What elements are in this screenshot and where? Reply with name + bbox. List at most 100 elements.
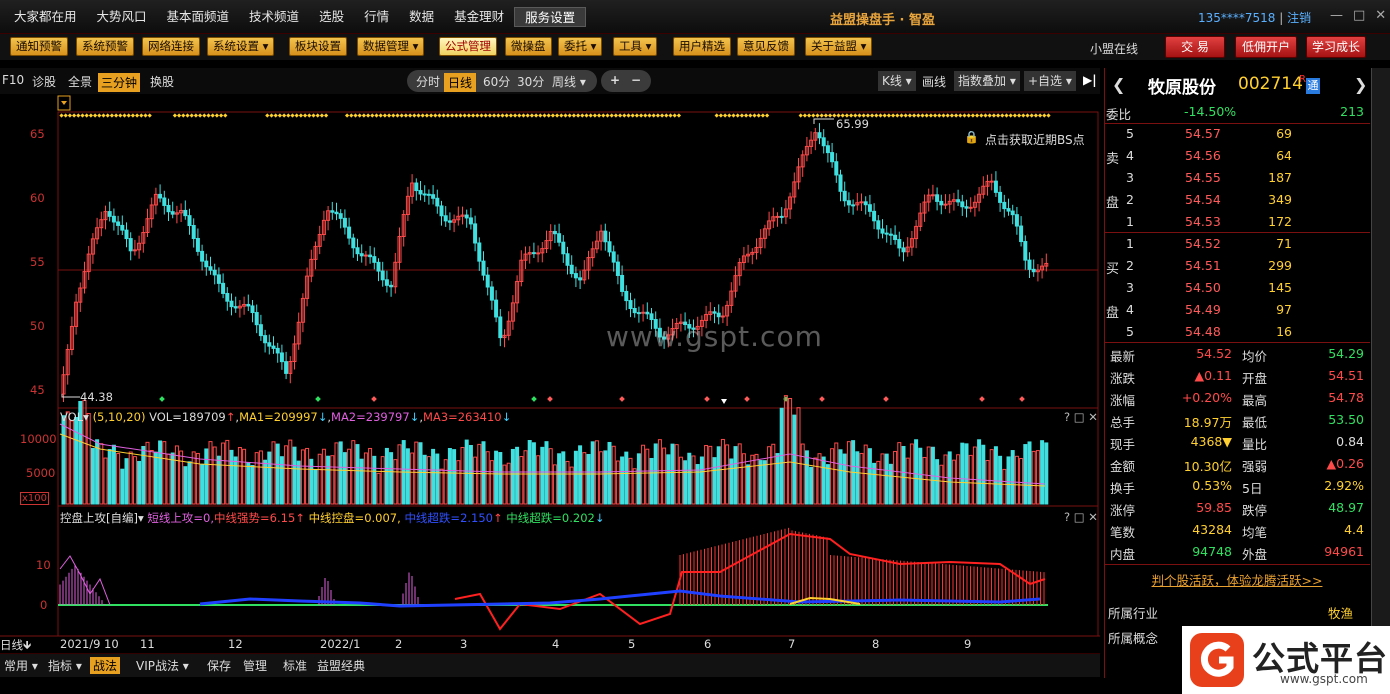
menu-item[interactable]: 行情: [354, 7, 399, 27]
buy-price[interactable]: 54.49: [1185, 302, 1221, 317]
signal-diamond: [449, 113, 455, 118]
bottom-manage[interactable]: 管理: [243, 657, 267, 674]
volume-bar: [305, 447, 310, 505]
up-arrow-icon: ↑: [225, 410, 236, 424]
signal-diamond: [609, 113, 614, 118]
volume-bar: [410, 452, 415, 505]
volume-bar: [762, 460, 767, 505]
bottom-vip-strategy[interactable]: VIP战法 ▾: [136, 657, 189, 674]
indicator-name[interactable]: 控盘上攻[自编]▾: [60, 511, 144, 525]
candle-body: [389, 284, 394, 288]
toolbar-button[interactable]: 关于益盟 ▾: [805, 37, 873, 56]
period-daily[interactable]: 日线: [444, 73, 477, 92]
quote-value: 94961: [1324, 544, 1364, 559]
toolbar-button[interactable]: 系统预警: [76, 37, 134, 56]
toolbar-button[interactable]: 系统设置 ▾: [207, 37, 275, 56]
index-overlay-dropdown[interactable]: 指数叠加 ▾: [954, 71, 1020, 91]
menu-item[interactable]: 数据: [399, 7, 444, 27]
candle-body: [825, 145, 830, 154]
toolbar-button[interactable]: 委托 ▾: [558, 37, 603, 56]
toolbar-button[interactable]: 公式管理: [439, 37, 497, 56]
account-user[interactable]: 135****7518: [1198, 11, 1275, 25]
zoom-in-icon[interactable]: +: [610, 73, 620, 87]
minimize-icon[interactable]: —: [1330, 8, 1343, 23]
candle-body: [258, 324, 263, 337]
menu-item[interactable]: 大家都在用: [4, 7, 87, 27]
menu-item[interactable]: 大势风口: [87, 7, 157, 27]
account-info[interactable]: 135****7518 | 注销: [1198, 9, 1311, 26]
period-60min[interactable]: 60分: [483, 73, 510, 90]
period-intraday[interactable]: 分时: [416, 73, 440, 90]
toolbar-button[interactable]: 板块设置: [289, 37, 347, 56]
f10-button[interactable]: F10: [2, 73, 24, 87]
logout-link[interactable]: 注销: [1287, 11, 1311, 25]
prev-stock-icon[interactable]: ❮: [1112, 75, 1125, 94]
signal-diamond: [269, 113, 274, 118]
toolbar-button[interactable]: 网络连接: [142, 37, 200, 56]
period-30min[interactable]: 30分: [517, 73, 544, 90]
menu-item[interactable]: 技术频道: [239, 7, 309, 27]
period-weekly[interactable]: 周线 ▾: [552, 73, 586, 90]
next-stock-icon[interactable]: ❯: [1354, 75, 1367, 94]
promo-link[interactable]: 判个股活跃，体验龙腾活跃>>: [1106, 570, 1368, 589]
draw-line-button[interactable]: 画线: [922, 73, 946, 90]
industry-value[interactable]: 牧渔: [1328, 603, 1353, 622]
toolbar-button[interactable]: 数据管理 ▾: [357, 37, 425, 56]
bottom-common[interactable]: 常用 ▾: [4, 657, 38, 674]
bottom-classic[interactable]: 益盟经典: [317, 657, 365, 674]
three-minute-button[interactable]: 三分钟: [98, 73, 141, 92]
overview-button[interactable]: 全景: [68, 73, 92, 90]
panel-controls[interactable]: ? □ ✕: [1064, 510, 1098, 524]
signal-diamond: [1037, 113, 1043, 118]
sell-price[interactable]: 54.56: [1185, 148, 1221, 163]
close-icon[interactable]: ✕: [1375, 8, 1386, 23]
learn-button[interactable]: 学习成长: [1306, 36, 1366, 58]
menu-item[interactable]: 基金理财: [444, 7, 514, 27]
buy-volume: 299: [1268, 258, 1292, 273]
signal-diamond: [433, 113, 438, 118]
menu-item[interactable]: 基本面频道: [157, 7, 240, 27]
sell-price[interactable]: 54.53: [1185, 214, 1221, 229]
panel-controls[interactable]: ? □ ✕: [1064, 410, 1098, 424]
toolbar-button[interactable]: 通知预警: [10, 37, 68, 56]
sell-price[interactable]: 54.55: [1185, 170, 1221, 185]
menu-item[interactable]: 选股: [309, 7, 354, 27]
volume-bar: [221, 442, 226, 505]
buy-price[interactable]: 54.48: [1185, 324, 1221, 339]
buy-price[interactable]: 54.50: [1185, 280, 1221, 295]
toolbar-button[interactable]: 工具 ▾: [613, 37, 658, 56]
xaxis-month-label: 5: [628, 637, 636, 651]
add-watchlist-dropdown[interactable]: +自选 ▾: [1024, 71, 1076, 91]
right-scroll-sidebar[interactable]: [1371, 68, 1390, 678]
signal-diamond: [223, 113, 228, 118]
bottom-indicator[interactable]: 指标 ▾: [48, 657, 82, 674]
open-account-button[interactable]: 低佣开户: [1235, 36, 1297, 58]
toolbar-button[interactable]: 意见反馈: [737, 37, 795, 56]
vol-indicator-name[interactable]: VOL▾: [60, 410, 89, 424]
bottom-standard[interactable]: 标准: [283, 657, 307, 674]
signal-diamond: [391, 113, 396, 118]
volume-bar: [443, 459, 448, 505]
candle-body: [187, 215, 192, 227]
kline-dropdown[interactable]: K线 ▾: [878, 71, 916, 91]
buy-price[interactable]: 54.51: [1185, 258, 1221, 273]
trade-button[interactable]: 交 易: [1165, 36, 1225, 58]
kline-chart[interactable]: [0, 94, 1100, 654]
bottom-strategy[interactable]: 战法: [90, 657, 121, 674]
bs-points-link[interactable]: 点击获取近期BS点: [985, 131, 1085, 148]
switch-stock-button[interactable]: 换股: [150, 73, 174, 90]
bottom-save[interactable]: 保存: [207, 657, 231, 674]
candle-body: [279, 352, 284, 363]
toolbar-button[interactable]: 微操盘: [505, 37, 552, 56]
menu-item[interactable]: 服务设置: [514, 7, 587, 27]
signal-diamond: [764, 113, 770, 118]
zoom-out-icon[interactable]: −: [631, 73, 641, 87]
sell-price[interactable]: 54.57: [1185, 126, 1221, 141]
collapse-panel-icon[interactable]: ▶|: [1083, 73, 1097, 87]
signal-diamond: [970, 113, 976, 118]
diagnose-button[interactable]: 诊股: [32, 73, 56, 90]
toolbar-button[interactable]: 用户精选: [673, 37, 731, 56]
maximize-icon[interactable]: □: [1353, 8, 1365, 23]
sell-price[interactable]: 54.54: [1185, 192, 1221, 207]
buy-price[interactable]: 54.52: [1185, 236, 1221, 251]
